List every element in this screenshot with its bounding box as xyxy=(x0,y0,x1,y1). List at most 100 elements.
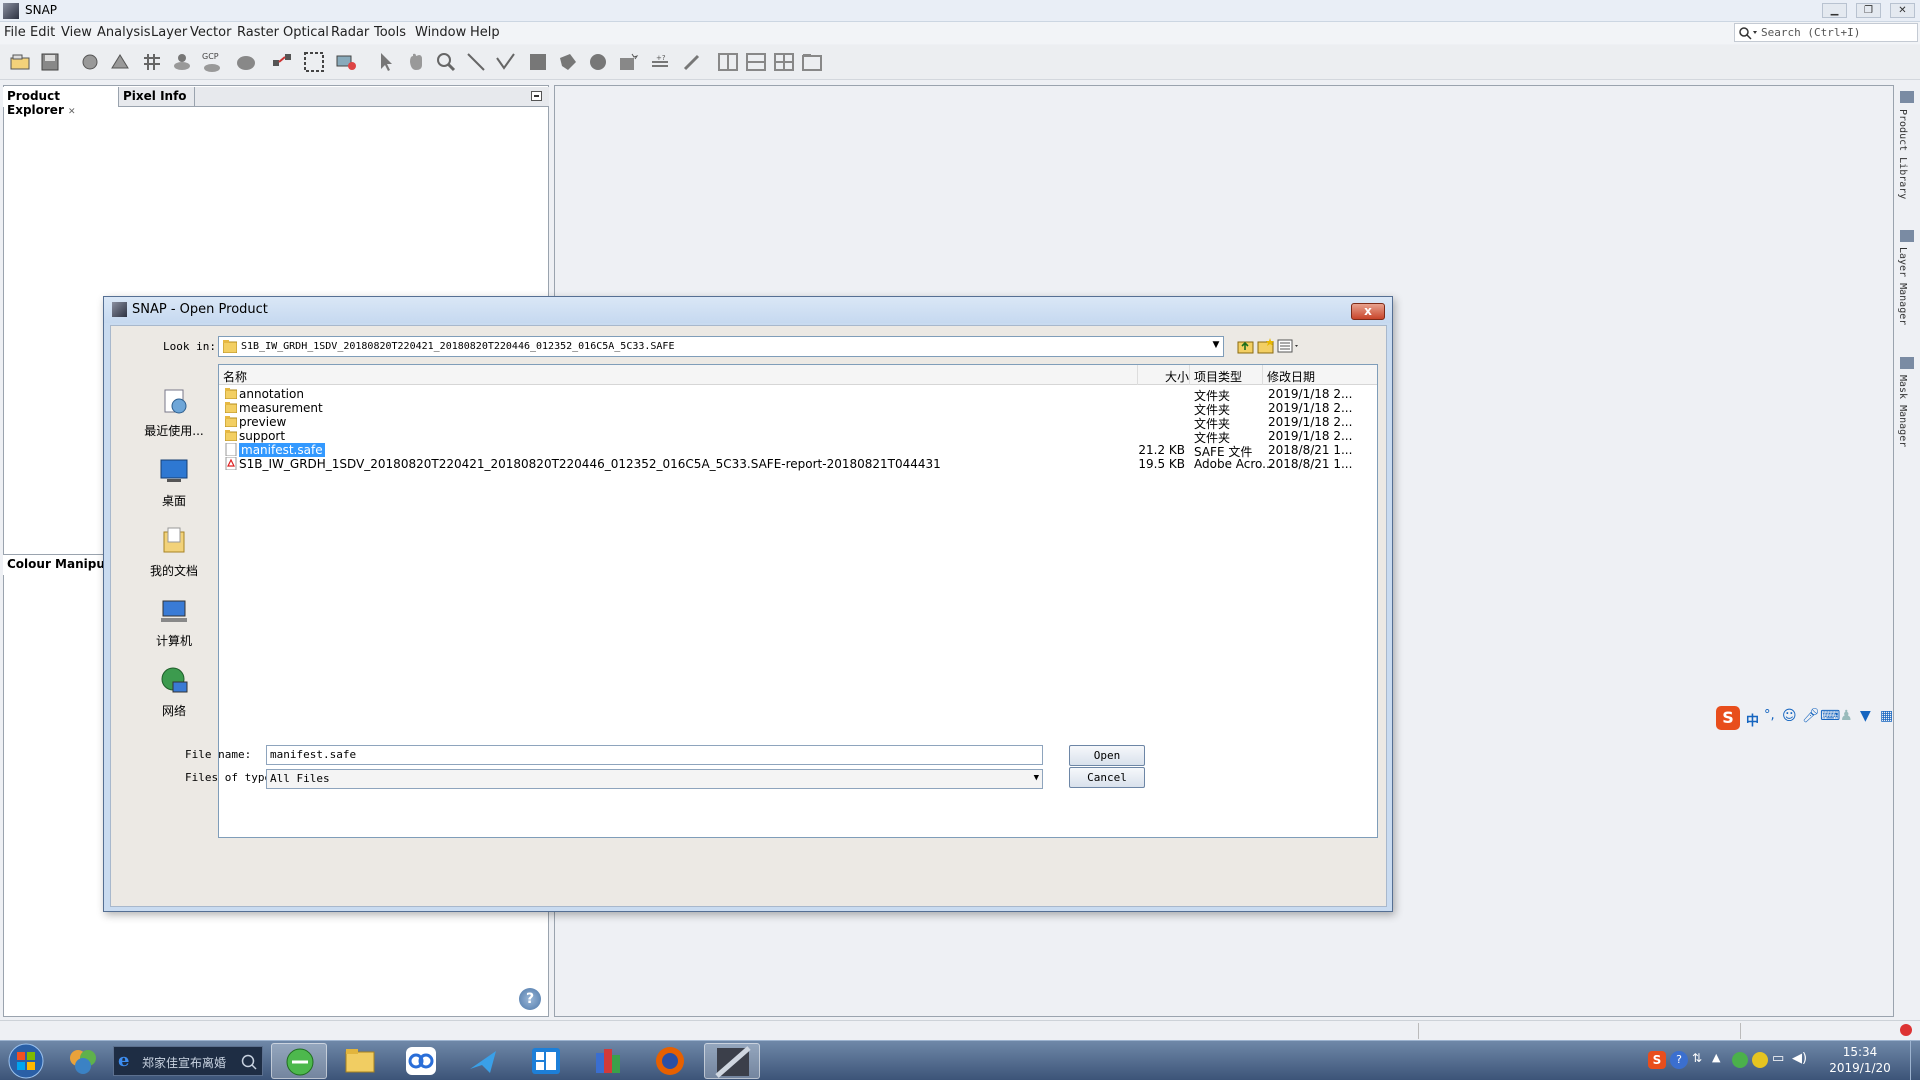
taskbar-browser[interactable] xyxy=(271,1043,327,1079)
menu-vector[interactable]: Vector xyxy=(190,25,231,40)
taskbar-explorer[interactable] xyxy=(332,1043,388,1079)
minimize-button[interactable]: ▁ xyxy=(1822,3,1847,18)
taskbar-baidu[interactable] xyxy=(394,1043,450,1079)
wand-tool-icon[interactable] xyxy=(680,50,704,74)
file-type-select[interactable]: All Files ▼ xyxy=(266,769,1043,789)
place-documents[interactable]: 我的文档 xyxy=(129,526,219,579)
column-date[interactable]: 修改日期 xyxy=(1267,368,1315,385)
place-network[interactable]: 网络 xyxy=(129,666,219,719)
polygon-tool-icon[interactable] xyxy=(556,50,580,74)
restore-button[interactable]: ❐ xyxy=(1856,3,1881,18)
sogou-tray-icon[interactable]: S xyxy=(1648,1051,1666,1069)
help-icon[interactable]: ? xyxy=(519,988,541,1010)
cancel-button[interactable]: Cancel xyxy=(1069,767,1145,788)
security-tray-icon[interactable] xyxy=(1732,1052,1748,1068)
taskbar-snap[interactable] xyxy=(704,1043,760,1079)
open-product-icon[interactable] xyxy=(8,50,32,74)
view-menu-icon[interactable] xyxy=(1277,338,1301,354)
file-row[interactable]: S1B_IW_GRDH_1SDV_20180820T220421_2018082… xyxy=(219,456,1377,473)
place-recent[interactable]: 最近使用... xyxy=(129,386,219,439)
pin-tool-icon[interactable] xyxy=(170,50,194,74)
line-tool-icon[interactable] xyxy=(464,50,488,74)
error-indicator-icon[interactable] xyxy=(1900,1024,1912,1036)
tab-layer-manager[interactable]: Layer Manager xyxy=(1897,247,1908,325)
file-name-field[interactable]: manifest.safe xyxy=(266,745,1043,765)
pan-tool-icon[interactable] xyxy=(404,50,428,74)
sogou-ime-icon[interactable]: S xyxy=(1716,706,1740,730)
save-product-icon[interactable] xyxy=(38,50,62,74)
taskbar-app-colors[interactable] xyxy=(56,1043,112,1079)
ime-emoji-icon[interactable]: ☺ xyxy=(1782,708,1797,724)
open-button[interactable]: Open xyxy=(1069,745,1145,766)
close-tab-icon[interactable]: ✕ xyxy=(68,107,76,117)
tab-product-explorer[interactable]: Product Explorer ✕ xyxy=(3,87,119,117)
ime-punctuation-icon[interactable]: °, xyxy=(1764,708,1775,723)
chevron-down-icon[interactable]: ▼ xyxy=(1209,340,1223,354)
time-series-icon[interactable] xyxy=(334,50,358,74)
ellipse-tool-icon[interactable] xyxy=(586,50,610,74)
cloud-tool-icon[interactable] xyxy=(234,50,258,74)
taskbar-media[interactable] xyxy=(518,1043,574,1079)
menu-optical[interactable]: Optical xyxy=(283,25,329,40)
tile-horizontal-icon[interactable] xyxy=(744,50,768,74)
tab-product-library[interactable]: Product Library xyxy=(1897,109,1908,199)
taskbar-feishu[interactable] xyxy=(456,1043,512,1079)
menu-help[interactable]: Help xyxy=(470,25,500,40)
graph-builder-icon[interactable] xyxy=(270,50,294,74)
ime-user-icon[interactable]: ♟ xyxy=(1840,708,1853,724)
subset-icon[interactable] xyxy=(108,50,132,74)
tab-pixel-info[interactable]: Pixel Info xyxy=(119,87,195,107)
gcp-tool-icon[interactable]: GCP xyxy=(200,50,224,74)
taskbar-winrar[interactable] xyxy=(580,1043,636,1079)
ime-mode-label[interactable]: 中 xyxy=(1746,710,1759,729)
menu-tools[interactable]: Tools xyxy=(374,25,406,40)
ime-toolbox-icon[interactable]: ▦ xyxy=(1880,708,1893,724)
update-tray-icon[interactable] xyxy=(1752,1052,1768,1068)
volume-icon[interactable]: ◀) xyxy=(1792,1051,1807,1066)
help-tray-icon[interactable]: ? xyxy=(1670,1051,1688,1069)
look-in-combo[interactable]: S1B_IW_GRDH_1SDV_20180820T220421_2018082… xyxy=(218,336,1224,357)
show-desktop-button[interactable] xyxy=(1910,1041,1920,1080)
ime-keyboard-icon[interactable]: ⌨ xyxy=(1820,708,1840,724)
ime-voice-icon[interactable]: 🎤︎ xyxy=(1802,708,1820,724)
menu-raster[interactable]: Raster xyxy=(237,25,279,40)
close-window-button[interactable]: ✕ xyxy=(1890,3,1915,18)
zoom-tool-icon[interactable] xyxy=(434,50,458,74)
tab-mask-manager[interactable]: Mask Manager xyxy=(1897,375,1908,447)
menu-layer[interactable]: Layer xyxy=(151,25,187,40)
column-size[interactable]: 大小 xyxy=(1165,368,1189,385)
polyline-tool-icon[interactable] xyxy=(494,50,518,74)
menu-analysis[interactable]: Analysis xyxy=(97,25,151,40)
range-finder-icon[interactable]: +? xyxy=(648,50,672,74)
display-tray-icon[interactable]: ▭ xyxy=(1772,1051,1784,1066)
menu-window[interactable]: Window xyxy=(415,25,466,40)
taskbar-clock[interactable]: 15:34 2019/1/20 xyxy=(1820,1044,1900,1076)
ime-skin-icon[interactable]: ▼ xyxy=(1860,708,1871,724)
taskbar-firefox[interactable] xyxy=(642,1043,698,1079)
new-folder-icon[interactable] xyxy=(1257,338,1275,354)
magic-wand-icon[interactable] xyxy=(616,50,640,74)
menu-view[interactable]: View xyxy=(61,25,92,40)
tile-single-icon[interactable] xyxy=(800,50,824,74)
start-button[interactable] xyxy=(4,1042,50,1080)
band-maths-icon[interactable] xyxy=(78,50,102,74)
select-tool-icon[interactable] xyxy=(374,50,398,74)
place-desktop[interactable]: 桌面 xyxy=(129,456,219,509)
up-one-level-icon[interactable] xyxy=(1237,338,1255,354)
show-hidden-icons[interactable]: ▲ xyxy=(1712,1051,1720,1064)
minimize-panel-icon[interactable] xyxy=(531,91,542,101)
column-name[interactable]: 名称 xyxy=(223,368,247,385)
network-tray-icon[interactable]: ⇅ xyxy=(1692,1051,1702,1065)
menu-edit[interactable]: Edit xyxy=(30,25,55,40)
menu-radar[interactable]: Radar xyxy=(331,25,369,40)
tab-colour-manipulation[interactable]: Colour Manipulati xyxy=(3,555,113,575)
taskbar-search[interactable]: e 郑家佳宣布离婚 xyxy=(113,1046,263,1076)
rectangle-tool-icon[interactable] xyxy=(526,50,550,74)
search-box[interactable]: Search (Ctrl+I) xyxy=(1734,23,1918,42)
tile-evenly-icon[interactable] xyxy=(716,50,740,74)
batch-processing-icon[interactable] xyxy=(302,50,326,74)
dialog-close-button[interactable]: x xyxy=(1351,303,1385,320)
column-type[interactable]: 项目类型 xyxy=(1194,368,1242,385)
graticule-icon[interactable] xyxy=(140,50,164,74)
menu-file[interactable]: File xyxy=(4,25,26,40)
